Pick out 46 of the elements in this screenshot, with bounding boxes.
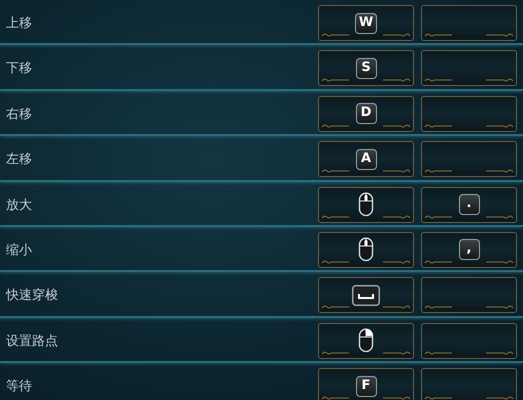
scroll-ornament-icon: [424, 32, 514, 38]
scroll-ornament-icon: [321, 214, 411, 220]
action-label: 设置路点: [6, 334, 58, 349]
key-binding-slot[interactable]: [318, 186, 414, 223]
key-binding-slot[interactable]: S: [318, 50, 414, 86]
action-label: 左移: [6, 152, 32, 168]
key-binding-slot[interactable]: ,: [421, 232, 517, 268]
key-binding-slot[interactable]: A: [318, 141, 414, 178]
key-cap: ,: [458, 239, 480, 260]
action-label: 右移: [6, 106, 32, 122]
key-binding-slot[interactable]: [318, 232, 414, 268]
action-label: 等待: [6, 379, 32, 394]
key-binding-slot[interactable]: D: [318, 96, 414, 132]
key-cap: F: [356, 376, 376, 397]
key-binding-slot[interactable]: W: [318, 5, 414, 41]
key-binding-slot[interactable]: [318, 322, 414, 359]
scroll-ornament-icon: [424, 258, 514, 265]
key-binding-slot[interactable]: F: [318, 368, 414, 400]
key-cap: A: [356, 148, 376, 170]
scroll-ornament-icon: [321, 304, 411, 310]
scroll-ornament-icon: [424, 214, 514, 220]
scroll-ornament-icon: [321, 122, 411, 129]
action-label: 下移: [6, 61, 32, 76]
scroll-ornament-icon: [424, 350, 514, 356]
scroll-ornament-icon: [424, 304, 514, 310]
scroll-ornament-icon: [321, 168, 411, 174]
key-cap: S: [356, 58, 376, 79]
spacebar-icon: [352, 284, 380, 306]
key-cap: .: [458, 194, 480, 216]
scroll-ornament-icon: [424, 122, 514, 129]
scroll-ornament-icon: [321, 32, 411, 38]
scroll-ornament-icon: [321, 77, 411, 84]
key-cap: D: [356, 103, 376, 124]
key-binding-slot[interactable]: [318, 277, 414, 314]
scroll-ornament-icon: [424, 77, 514, 84]
action-label: 上移: [6, 16, 32, 31]
scroll-ornament-icon: [424, 395, 514, 400]
action-label: 放大: [6, 198, 32, 213]
scroll-ornament-icon: [321, 258, 411, 265]
key-binding-slot[interactable]: .: [421, 186, 517, 223]
scroll-ornament-icon: [321, 350, 411, 356]
scroll-ornament-icon: [321, 395, 411, 400]
action-label: 快速穿梭: [6, 288, 58, 304]
key-cap: W: [354, 12, 378, 34]
scroll-ornament-icon: [424, 168, 514, 174]
action-label: 缩小: [6, 242, 32, 258]
